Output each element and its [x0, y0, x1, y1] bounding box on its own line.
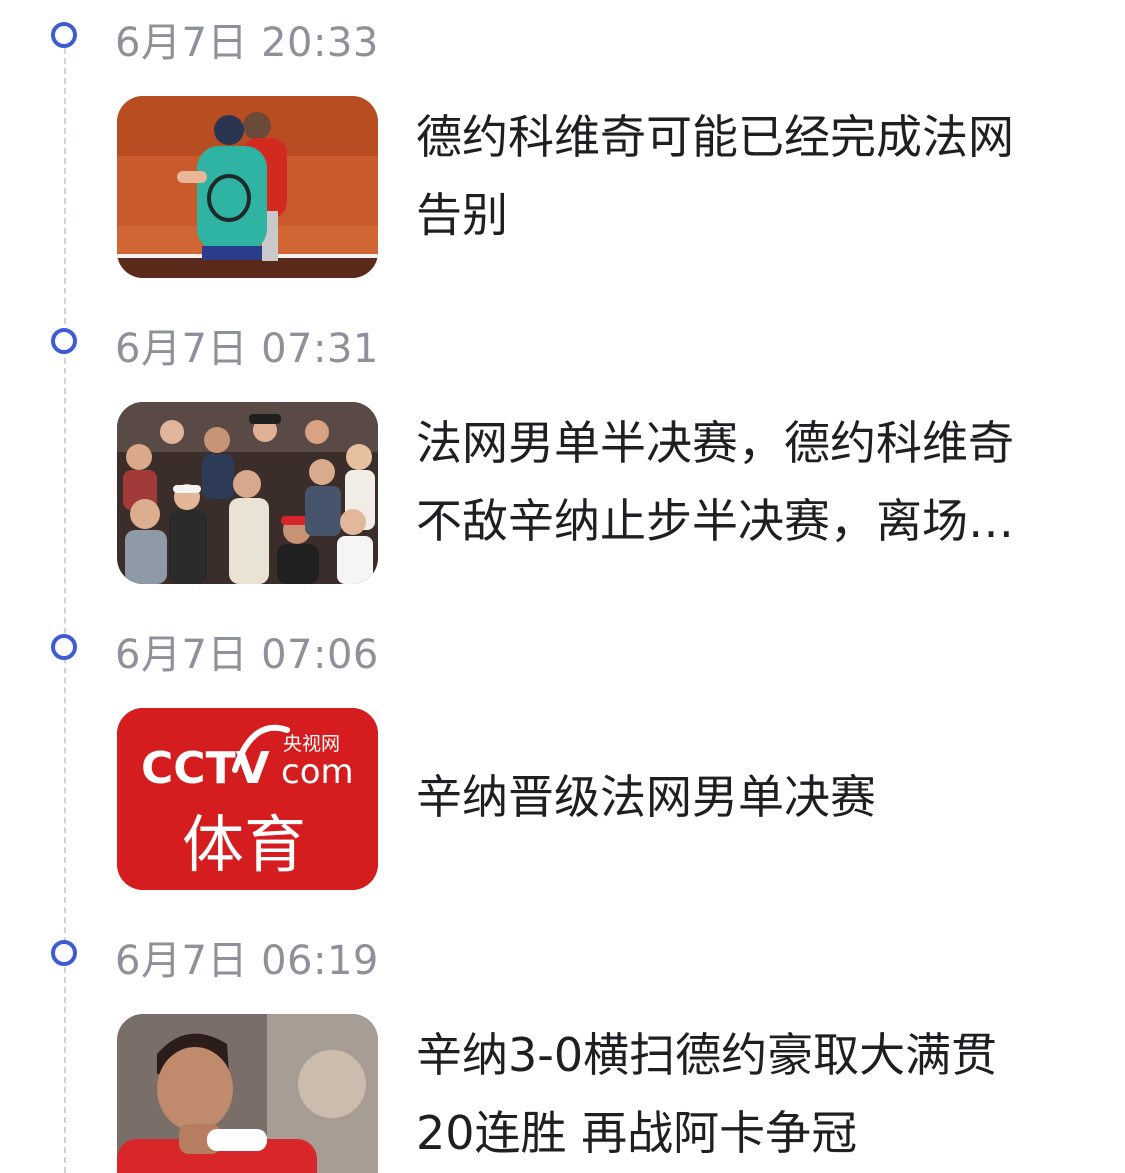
news-thumbnail[interactable]: CCTV 央视网 com 体育: [117, 708, 378, 890]
news-card[interactable]: 辛纳3-0横扫德约豪取大满贯20连胜 再战阿卡争冠: [117, 1014, 1117, 1173]
logo-domain: com: [281, 752, 354, 792]
timeline-dot-icon: [51, 634, 77, 660]
entry-time: 6月7日 20:33: [115, 20, 379, 66]
news-thumbnail[interactable]: [117, 402, 378, 584]
news-card[interactable]: 法网男单半决赛，德约科维奇不敌辛纳止步半决赛，离场…: [117, 402, 1117, 584]
timeline-dot-icon: [51, 22, 77, 48]
entry-time: 6月7日 07:06: [115, 632, 379, 678]
timeline-dot-icon: [51, 940, 77, 966]
news-headline[interactable]: 德约科维奇可能已经完成法网告别: [416, 98, 1041, 254]
cctv-logo: CCTV 央视网 com 体育: [117, 708, 378, 890]
news-timeline: 6月7日 20:33 德约科维奇可能已经完成法网告别 6月7日 07:31 法网…: [0, 0, 1125, 1173]
logo-brand: CCTV: [141, 743, 270, 794]
news-headline[interactable]: 辛纳3-0横扫德约豪取大满贯20连胜 再战阿卡争冠: [416, 1016, 1041, 1172]
news-card[interactable]: CCTV 央视网 com 体育 辛纳晋级法网男单决赛: [117, 708, 1117, 890]
news-headline[interactable]: 辛纳晋级法网男单决赛: [416, 758, 1041, 836]
news-headline[interactable]: 法网男单半决赛，德约科维奇不敌辛纳止步半决赛，离场…: [416, 404, 1041, 560]
entry-time: 6月7日 07:31: [115, 326, 379, 372]
news-card[interactable]: 德约科维奇可能已经完成法网告别: [117, 96, 1117, 278]
timeline-dot-icon: [51, 328, 77, 354]
timeline-line: [64, 48, 66, 1173]
news-thumbnail[interactable]: [117, 96, 378, 278]
logo-channel: 体育: [182, 808, 306, 881]
news-thumbnail[interactable]: [117, 1014, 378, 1173]
entry-time: 6月7日 06:19: [115, 938, 379, 984]
